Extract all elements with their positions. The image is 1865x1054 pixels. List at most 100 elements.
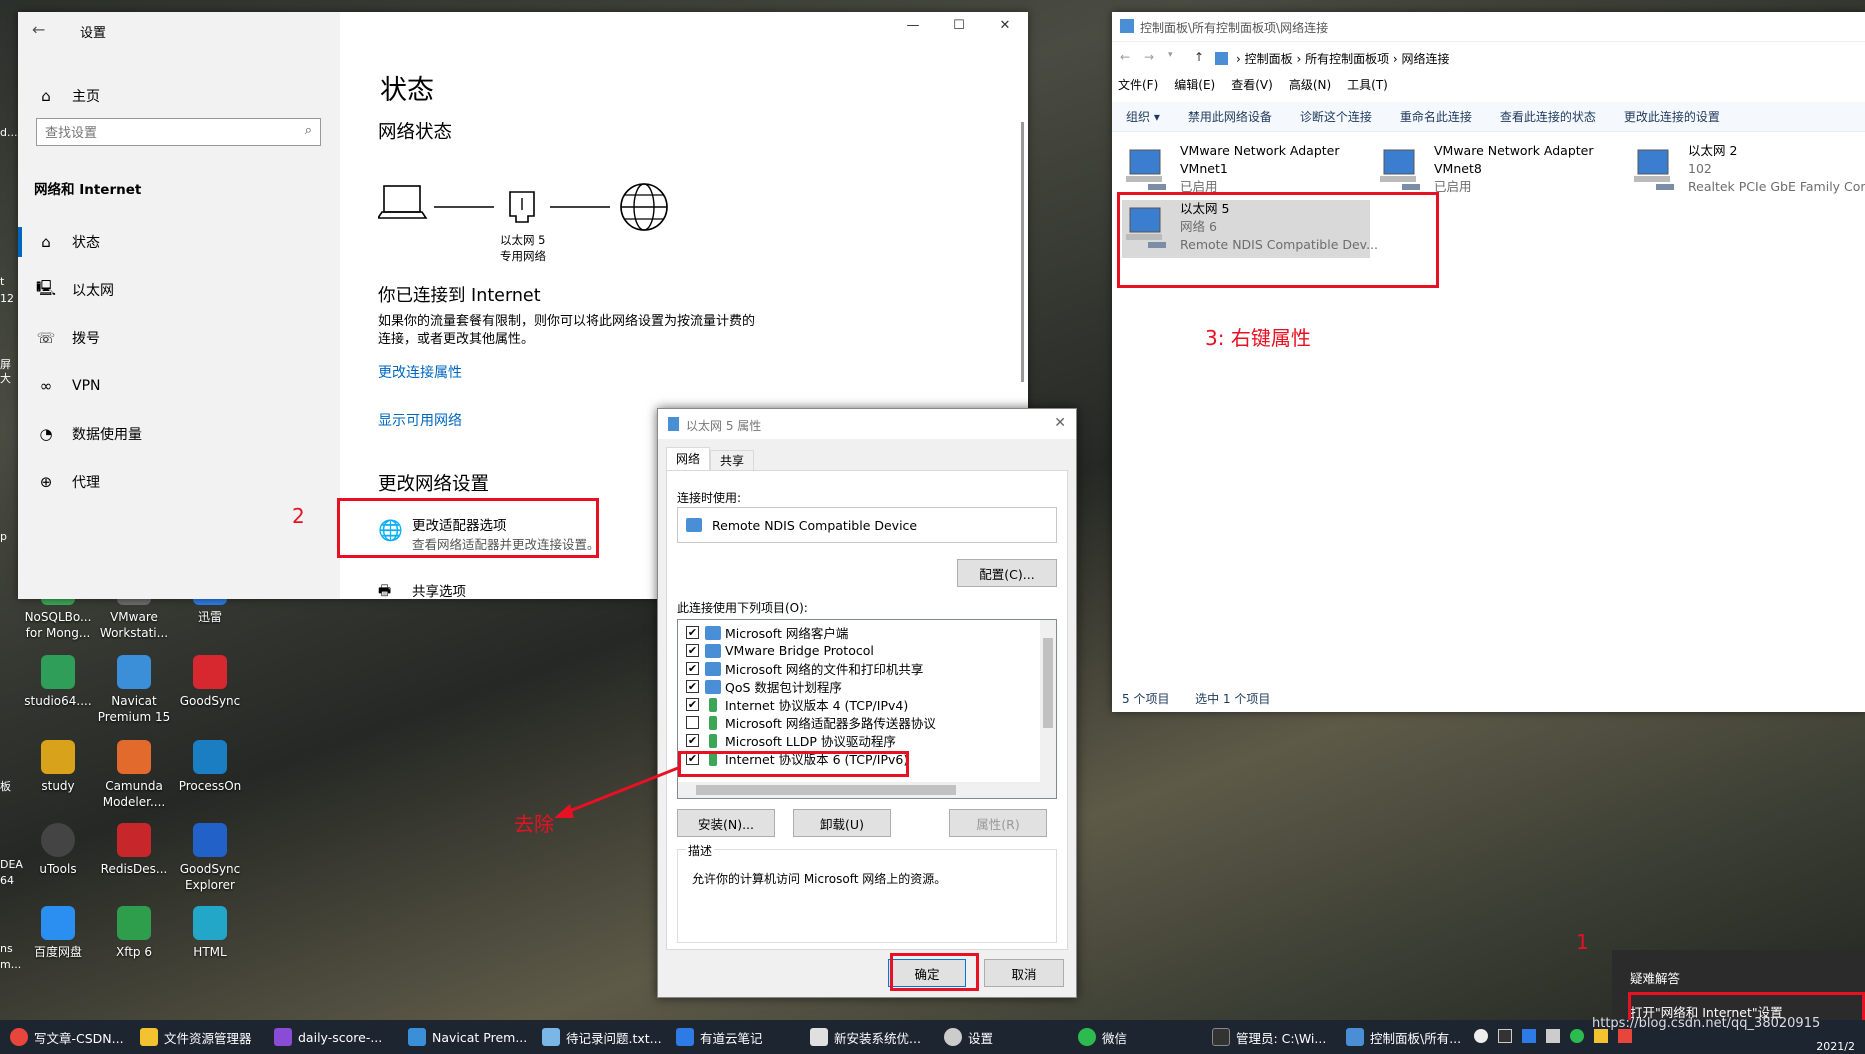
tray-icon[interactable]: [1498, 1029, 1512, 1043]
desktop-icon-camunda[interactable]: Camunda Modeler....: [96, 740, 172, 810]
desktop-icon-baidu-netdisk[interactable]: 百度网盘: [20, 906, 96, 960]
edge-text: p: [0, 530, 7, 543]
menu-view[interactable]: 查看(V): [1231, 76, 1273, 98]
scrollbar[interactable]: [1021, 122, 1024, 382]
nav-data-usage[interactable]: ◔ 数据使用量: [18, 410, 340, 458]
close-button[interactable]: ✕: [982, 12, 1028, 42]
disable-device-button[interactable]: 禁用此网络设备: [1188, 108, 1272, 125]
checkbox[interactable]: [686, 716, 699, 729]
youdao-icon: [676, 1028, 694, 1046]
maximize-button[interactable]: ☐: [936, 12, 982, 42]
back-arrow-icon[interactable]: ←: [32, 20, 45, 39]
tray-icon[interactable]: [1474, 1029, 1488, 1043]
clock[interactable]: 2021/2: [1816, 1040, 1855, 1053]
tray-icon[interactable]: [1618, 1029, 1632, 1043]
breadcrumb-item[interactable]: 网络连接: [1402, 52, 1450, 66]
taskbar-item-cmd[interactable]: 管理员: C:\Wi...: [1212, 1020, 1326, 1054]
desktop-icon-studio64[interactable]: studio64....: [20, 655, 96, 709]
taskbar: 写文章-CSDN... 文件资源管理器 daily-score-... Navi…: [0, 1020, 1865, 1054]
change-settings-button[interactable]: 更改此连接的设置: [1624, 108, 1720, 125]
tab-sharing[interactable]: 共享: [710, 450, 754, 471]
html-icon: [193, 906, 227, 940]
desktop-icon-study[interactable]: study: [20, 740, 96, 794]
tray-icon[interactable]: [1570, 1029, 1584, 1043]
up-arrow-icon[interactable]: ↑: [1194, 50, 1204, 64]
taskbar-item-wechat[interactable]: 微信: [1078, 1020, 1127, 1054]
annotation-remove: 去除: [514, 812, 554, 836]
menu-advanced[interactable]: 高级(N): [1289, 76, 1331, 98]
configure-button[interactable]: 配置(C)...: [957, 559, 1057, 587]
taskbar-item-navicat[interactable]: Navicat Prem...: [408, 1020, 527, 1054]
diagnose-button[interactable]: 诊断这个连接: [1300, 108, 1372, 125]
checkbox[interactable]: ✔: [686, 680, 699, 693]
desktop-icon-goodsync-explorer[interactable]: GoodSync Explorer: [172, 823, 248, 893]
nav-home[interactable]: ⌂ 主页: [18, 72, 340, 120]
desktop-icon-xftp[interactable]: Xftp 6: [96, 906, 172, 960]
taskbar-label: 待记录问题.txt...: [566, 1030, 662, 1046]
properties-button[interactable]: 属性(R): [949, 809, 1047, 837]
show-available-networks-link[interactable]: 显示可用网络: [378, 410, 462, 430]
back-arrow-icon[interactable]: ←: [1120, 50, 1130, 64]
edge-text: t: [0, 275, 5, 288]
breadcrumb-item[interactable]: 所有控制面板项: [1305, 52, 1389, 66]
search-icon[interactable]: ⌕: [305, 123, 312, 138]
checkbox[interactable]: ✔: [686, 662, 699, 675]
nav-ethernet[interactable]: 🖳 以太网: [18, 266, 340, 314]
desktop-left-edge: d... 12 屏大 t p 板 DEA 64 ns m...: [0, 100, 23, 980]
menu-item-troubleshoot[interactable]: 疑难解答: [1630, 968, 1680, 987]
menu-edit[interactable]: 编辑(E): [1174, 76, 1215, 98]
taskbar-item-notepad[interactable]: 待记录问题.txt...: [542, 1020, 662, 1054]
taskbar-item-explorer[interactable]: 文件资源管理器: [140, 1020, 252, 1054]
tray-icon[interactable]: [1594, 1029, 1608, 1043]
nav-proxy[interactable]: ⊕ 代理: [18, 458, 340, 506]
checkbox[interactable]: ✔: [686, 644, 699, 657]
nav-status[interactable]: ⌂ 状态: [18, 218, 340, 266]
desktop-icon-label: Xftp 6: [115, 945, 152, 959]
breadcrumb-item[interactable]: 控制面板: [1245, 52, 1293, 66]
taskbar-item-csdn[interactable]: 写文章-CSDN...: [10, 1020, 124, 1054]
home-icon: ⌂: [41, 87, 51, 105]
desktop-icon-label: RedisDes...: [100, 862, 168, 876]
organize-button[interactable]: 组织 ▾: [1126, 108, 1160, 125]
desktop-icon-utools[interactable]: uTools: [20, 823, 96, 877]
view-status-button[interactable]: 查看此连接的状态: [1500, 108, 1596, 125]
taskbar-item-control-panel[interactable]: 控制面板\所有...: [1346, 1020, 1461, 1054]
desktop-icon-label: GoodSync: [179, 694, 241, 708]
minimize-button[interactable]: —: [890, 12, 936, 42]
adapter-line2: VMnet1: [1180, 161, 1228, 176]
adapter-type: 专用网络: [500, 249, 546, 263]
menu-file[interactable]: 文件(F): [1118, 76, 1158, 98]
tray-icon[interactable]: [1522, 1029, 1536, 1043]
edge-text: d...: [0, 126, 18, 139]
desktop-icon-goodsync[interactable]: GoodSync: [172, 655, 248, 709]
chevron-down-icon[interactable]: ▾: [1168, 50, 1173, 60]
desktop-icon-navicat[interactable]: Navicat Premium 15: [96, 655, 172, 725]
taskbar-item-youdao[interactable]: 有道云笔记: [676, 1020, 763, 1054]
checkbox[interactable]: ✔: [686, 698, 699, 711]
checkbox[interactable]: ✔: [686, 734, 699, 747]
taskbar-item-typora[interactable]: 新安装系统优...: [810, 1020, 921, 1054]
forward-arrow-icon[interactable]: →: [1144, 50, 1154, 64]
nav-dialup[interactable]: ☏ 拨号: [18, 314, 340, 362]
adapter-ethernet2[interactable]: 以太网 2 102 Realtek PCIe GbE Family Contr...: [1630, 142, 1865, 200]
search-input[interactable]: [37, 119, 277, 145]
taskbar-item-idea[interactable]: daily-score-...: [274, 1020, 382, 1054]
cancel-button[interactable]: 取消: [984, 959, 1064, 987]
change-connection-properties-link[interactable]: 更改连接属性: [378, 362, 462, 382]
nav-vpn[interactable]: ∞ VPN: [18, 362, 340, 410]
menu-tools[interactable]: 工具(T): [1347, 76, 1388, 98]
vertical-scrollbar[interactable]: [1040, 620, 1056, 782]
uninstall-button[interactable]: 卸载(U): [793, 809, 891, 837]
install-button[interactable]: 安装(N)...: [677, 809, 775, 837]
taskbar-item-settings[interactable]: 设置: [944, 1020, 993, 1054]
rename-button[interactable]: 重命名此连接: [1400, 108, 1472, 125]
desktop-icon-redisdesktop[interactable]: RedisDes...: [96, 823, 172, 877]
desktop-icon-html[interactable]: HTML: [172, 906, 248, 960]
tab-network[interactable]: 网络: [666, 447, 710, 471]
search-box[interactable]: ⌕: [36, 118, 321, 146]
close-icon[interactable]: ✕: [1054, 415, 1066, 431]
tray-icon[interactable]: [1546, 1029, 1560, 1043]
horizontal-scrollbar[interactable]: [678, 782, 1056, 798]
desktop-icon-processon[interactable]: ProcessOn: [172, 740, 248, 794]
checkbox[interactable]: ✔: [686, 626, 699, 639]
